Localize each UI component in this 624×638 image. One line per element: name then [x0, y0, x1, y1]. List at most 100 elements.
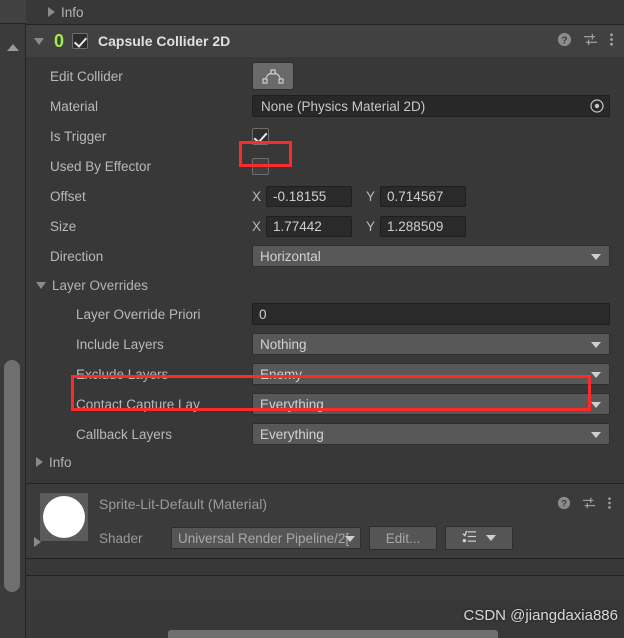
offset-y-input[interactable]: 0.714567 [380, 185, 467, 207]
material-sphere-preview [40, 493, 88, 541]
info-foldout-top[interactable]: Info [26, 0, 624, 24]
shader-dropdown[interactable]: Universal Render Pipeline/2[ [171, 527, 361, 549]
offset-x-axis-label: X [252, 188, 262, 204]
size-x-axis-label: X [252, 218, 262, 234]
direction-dropdown[interactable]: Horizontal [252, 245, 610, 267]
include-layers-label: Include Layers [76, 336, 164, 352]
size-y-axis-label: Y [366, 218, 376, 234]
preset-icon[interactable] [583, 32, 598, 50]
contact-capture-layers-label: Contact Capture Lay [76, 396, 200, 412]
callback-layers-dropdown[interactable]: Everything [252, 423, 610, 445]
bottom-partial-widget[interactable] [168, 630, 498, 638]
row-offset: Offset X -0.18155 Y 0.714567 [26, 181, 624, 211]
left-gutter-scrollbar[interactable] [0, 0, 26, 638]
exclude-layers-dropdown[interactable]: Enemy [252, 363, 610, 385]
material-title: Sprite-Lit-Default (Material) [99, 496, 268, 512]
triangle-right-icon[interactable] [34, 537, 41, 547]
more-menu-icon[interactable] [609, 32, 614, 50]
svg-text:?: ? [561, 499, 567, 510]
chevron-down-icon [591, 372, 601, 378]
offset-y-axis-label: Y [366, 188, 376, 204]
preset-icon[interactable] [582, 496, 596, 513]
is-trigger-checkbox[interactable] [252, 127, 269, 145]
component-title: Capsule Collider 2D [98, 33, 231, 49]
row-edit-collider: Edit Collider [26, 61, 624, 91]
vertical-scroll-thumb[interactable] [4, 360, 20, 592]
info-foldout-bottom[interactable]: Info [26, 449, 624, 475]
edit-collider-button[interactable] [252, 62, 294, 90]
object-picker-icon[interactable] [587, 97, 607, 115]
inspector-panel: Info 0 Capsule Collider 2D ? Edit Collid… [26, 0, 624, 638]
watermark-text: CSDN @jiangdaxia886 [463, 607, 618, 624]
capsule-collider-icon: 0 [54, 31, 65, 51]
triangle-right-icon [36, 457, 43, 467]
offset-x-input[interactable]: -0.18155 [266, 185, 353, 207]
size-y-input[interactable]: 1.288509 [380, 215, 467, 237]
info-foldout-bottom-label: Info [49, 454, 72, 470]
body-bottom-pad [26, 475, 624, 483]
contact-capture-layers-dropdown[interactable]: Everything [252, 393, 610, 415]
row-is-trigger: Is Trigger [26, 121, 624, 151]
shader-list-icon [462, 530, 477, 546]
material-inspector-block: Sprite-Lit-Default (Material) ? Shader U… [26, 484, 624, 558]
chevron-down-icon [591, 254, 601, 260]
row-contact-capture-layers: Contact Capture Lay Everything [26, 389, 624, 419]
component-body: Edit Collider Material None (Physics Mat… [26, 57, 624, 483]
shader-edit-button[interactable]: Edit... [369, 526, 437, 550]
direction-label: Direction [50, 248, 104, 264]
tail-strip-lower [26, 576, 624, 600]
layer-override-priority-label: Layer Override Priori [76, 306, 201, 322]
row-material: Material None (Physics Material 2D) [26, 91, 624, 121]
shader-value: Universal Render Pipeline/2[ [178, 530, 350, 546]
help-icon[interactable]: ? [557, 32, 572, 50]
include-layers-dropdown[interactable]: Nothing [252, 333, 610, 355]
material-value: None (Physics Material 2D) [261, 98, 426, 114]
row-layer-override-priority: Layer Override Priori 0 [26, 299, 624, 329]
row-size: Size X 1.77442 Y 1.288509 [26, 211, 624, 241]
triangle-down-icon [36, 281, 46, 289]
exclude-layers-value: Enemy [260, 366, 303, 382]
layer-override-priority-input[interactable]: 0 [252, 303, 610, 325]
header-icon-group: ? [557, 32, 614, 50]
size-x-input[interactable]: 1.77442 [266, 215, 353, 237]
triangle-up-icon[interactable] [7, 44, 19, 51]
material-label: Material [50, 98, 99, 114]
material-header[interactable]: Sprite-Lit-Default (Material) ? Shader U… [26, 484, 624, 558]
component-enabled-checkbox[interactable] [72, 33, 89, 49]
material-header-icon-group: ? [557, 496, 612, 513]
row-callback-layers: Callback Layers Everything [26, 419, 624, 449]
chevron-down-icon [486, 535, 496, 541]
chevron-down-icon [345, 536, 355, 542]
callback-layers-label: Callback Layers [76, 426, 173, 442]
triangle-right-icon [48, 7, 55, 17]
is-trigger-label: Is Trigger [50, 128, 107, 144]
exclude-layers-label: Exclude Layers [76, 366, 169, 382]
tail-strip-upper [26, 559, 624, 575]
layer-overrides-label: Layer Overrides [52, 277, 149, 293]
chevron-down-icon [591, 432, 601, 438]
include-layers-value: Nothing [260, 336, 307, 352]
layer-overrides-foldout[interactable]: Layer Overrides [26, 271, 624, 299]
row-direction: Direction Horizontal [26, 241, 624, 271]
shader-label: Shader [99, 530, 143, 546]
capsule-collider-2d-header[interactable]: 0 Capsule Collider 2D ? [26, 25, 624, 57]
row-include-layers: Include Layers Nothing [26, 329, 624, 359]
svg-text:?: ? [561, 35, 567, 46]
row-used-by-effector: Used By Effector [26, 151, 624, 181]
more-menu-icon[interactable] [607, 496, 612, 513]
help-icon[interactable]: ? [557, 496, 571, 513]
chevron-down-icon [591, 402, 601, 408]
used-by-effector-checkbox[interactable] [252, 157, 269, 175]
direction-value: Horizontal [260, 248, 321, 264]
size-label: Size [50, 218, 77, 234]
shader-list-dropdown-button[interactable] [445, 526, 513, 550]
gutter-top-sliver [0, 0, 26, 24]
callback-layers-value: Everything [260, 426, 324, 442]
contact-capture-layers-value: Everything [260, 396, 324, 412]
chevron-down-icon [591, 342, 601, 348]
material-object-field[interactable]: None (Physics Material 2D) [252, 95, 610, 117]
info-foldout-top-label: Info [61, 4, 84, 20]
row-exclude-layers: Exclude Layers Enemy [26, 359, 624, 389]
offset-label: Offset [50, 188, 86, 204]
triangle-down-icon[interactable] [34, 37, 44, 45]
